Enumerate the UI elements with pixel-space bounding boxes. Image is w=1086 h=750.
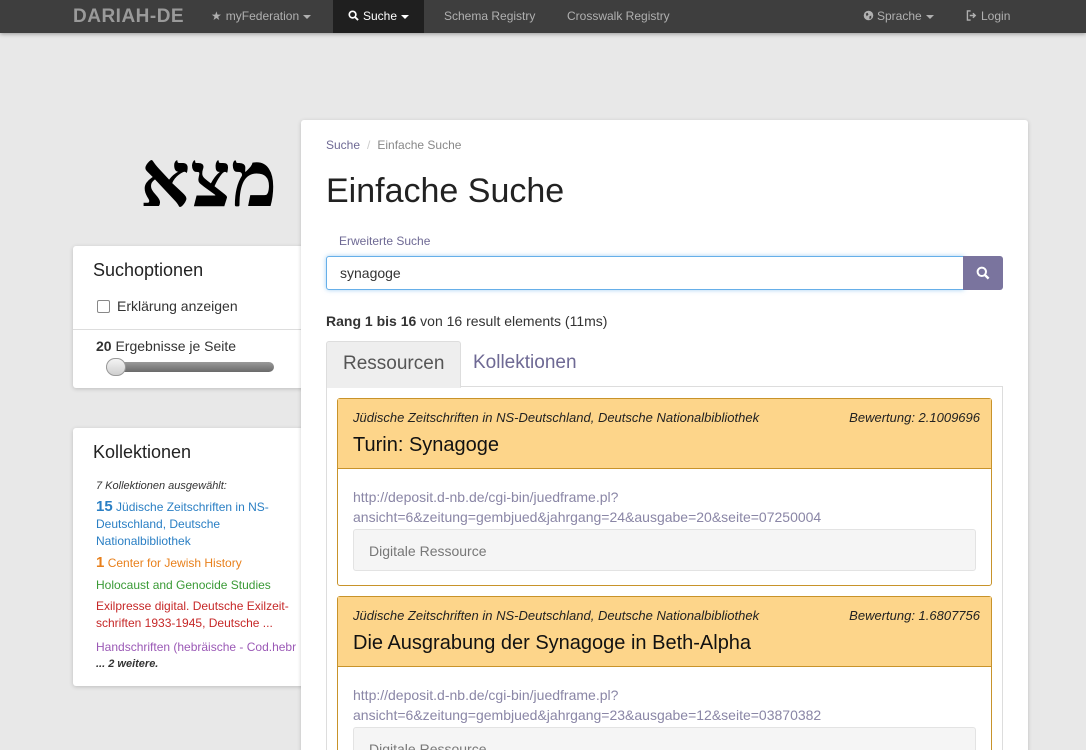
nav-login[interactable]: Login <box>966 0 1010 33</box>
collection-name[interactable]: Handschriften (hebräische - Cod.hebr <box>96 640 296 654</box>
page-title: Einfache Suche <box>326 172 565 210</box>
collection-count: 1 <box>96 554 105 571</box>
result-header: Jüdische Zeitschriften in NS-Deutschland… <box>338 399 991 469</box>
breadcrumb-current: Einfache Suche <box>377 138 462 152</box>
result-range-from: 1 <box>364 313 373 329</box>
search-options-title: Suchoptionen <box>93 260 204 280</box>
collection-item[interactable]: Exilpresse digital. Deutsche Exilzeit-sc… <box>96 598 306 632</box>
explanation-checkbox-label[interactable]: Erklärung anzeigen <box>117 298 238 314</box>
result-title[interactable]: Die Ausgrabung der Synagoge in Beth-Alph… <box>353 632 751 655</box>
search-icon <box>976 266 990 280</box>
main-content-panel: Suche / Einfache Suche Einfache Suche Erwe… <box>301 120 1028 750</box>
nav-language-label: Sprache <box>877 9 922 23</box>
results-per-page-text: Ergebnisse je Seite <box>115 338 237 354</box>
nav-myfederation[interactable]: ★ myFederation <box>211 0 312 33</box>
breadcrumb: Suche / Einfache Suche <box>326 138 461 152</box>
tab-ressourcen[interactable]: Ressourcen <box>326 341 462 388</box>
collection-item[interactable]: Handschriften (hebräische - Cod.hebr <box>96 639 306 656</box>
caret-down-icon <box>925 14 934 19</box>
hebrew-logo: מצא <box>140 134 278 225</box>
results-per-page-label: 20 Ergebnisse je Seite <box>96 338 236 354</box>
brand-logo[interactable]: DARIAH-DE <box>73 0 184 33</box>
result-range-to: 16 <box>400 313 417 329</box>
search-button[interactable] <box>963 256 1003 290</box>
result-type: Digitale Ressource <box>353 529 976 571</box>
collections-more-link[interactable]: ... 2 weitere. <box>96 658 158 670</box>
star-icon: ★ <box>211 9 222 23</box>
nav-login-label: Login <box>981 9 1011 23</box>
result-collection: Jüdische Zeitschriften in NS-Deutschland… <box>353 608 760 623</box>
search-options-panel: Suchoptionen Erklärung anzeigen 20 Ergeb… <box>73 246 313 388</box>
top-navbar: DARIAH-DE ★ myFederation Suche Schema Reg… <box>0 0 1086 33</box>
collection-name[interactable]: Exilpresse digital. Deutsche Exilzeit-sc… <box>96 599 289 630</box>
tab-kollektionen[interactable]: Kollektionen <box>457 341 593 388</box>
result-card: Jüdische Zeitschriften in NS-Deutschland… <box>337 398 992 586</box>
globe-icon <box>863 10 874 21</box>
collection-name[interactable]: Holocaust and Genocide Studies <box>96 578 271 592</box>
collection-item[interactable]: Holocaust and Genocide Studies <box>96 577 306 594</box>
collection-item[interactable]: 1 Center for Jewish History <box>96 554 306 572</box>
collection-name[interactable]: Center for Jewish History <box>108 556 242 570</box>
result-collection: Jüdische Zeitschriften in NS-Deutschland… <box>353 410 760 425</box>
result-url[interactable]: http://deposit.d-nb.de/cgi-bin/juedframe… <box>353 487 953 527</box>
result-summary: Rang 1 bis 16 von 16 result elements (11… <box>326 313 607 329</box>
collection-item[interactable]: 15 Jüdische Zeitschriften in NS-Deutschl… <box>96 498 306 550</box>
login-icon <box>966 10 977 21</box>
caret-down-icon <box>303 14 312 19</box>
collections-selected-count: 7 Kollektionen ausgewählt: <box>96 480 227 492</box>
advanced-search-link[interactable]: Erweiterte Suche <box>339 234 430 248</box>
results-per-page-count: 20 <box>96 338 112 354</box>
nav-language[interactable]: Sprache <box>863 0 934 33</box>
search-icon <box>348 10 359 21</box>
results-per-page-slider[interactable] <box>106 362 274 372</box>
result-type: Digitale Ressource <box>353 727 976 750</box>
caret-down-icon <box>401 14 410 19</box>
nav-crosswalk-registry[interactable]: Crosswalk Registry <box>567 0 670 33</box>
result-total-text: von 16 result elements (11ms) <box>420 313 608 329</box>
result-score: Bewertung: 1.6807756 <box>849 608 980 623</box>
breadcrumb-separator: / <box>367 138 371 152</box>
collections-title: Kollektionen <box>93 442 192 462</box>
search-input[interactable]: synagoge <box>326 256 964 290</box>
result-range-label: Rang <box>326 313 361 329</box>
nav-schema-registry[interactable]: Schema Registry <box>444 0 535 33</box>
result-tabs: Ressourcen Kollektionen <box>326 341 1003 388</box>
divider <box>73 329 313 330</box>
result-title[interactable]: Turin: Synagoge <box>353 434 499 457</box>
result-score: Bewertung: 2.1009696 <box>849 410 980 425</box>
result-url[interactable]: http://deposit.d-nb.de/cgi-bin/juedframe… <box>353 685 953 725</box>
explanation-checkbox[interactable] <box>97 300 110 313</box>
nav-myfederation-label: myFederation <box>225 9 300 23</box>
result-header: Jüdische Zeitschriften in NS-Deutschland… <box>338 597 991 667</box>
result-range-to-label: bis <box>376 313 397 329</box>
breadcrumb-root[interactable]: Suche <box>326 138 360 152</box>
nav-suche-label: Suche <box>363 9 398 23</box>
nav-suche[interactable]: Suche <box>333 0 425 33</box>
collections-panel: Kollektionen 7 Kollektionen ausgewählt: … <box>73 428 313 686</box>
slider-handle[interactable] <box>106 358 126 376</box>
collection-name[interactable]: Jüdische Zeitschriften in NS-Deutschland… <box>96 500 269 548</box>
result-card: Jüdische Zeitschriften in NS-Deutschland… <box>337 596 992 750</box>
collection-count: 15 <box>96 498 113 515</box>
